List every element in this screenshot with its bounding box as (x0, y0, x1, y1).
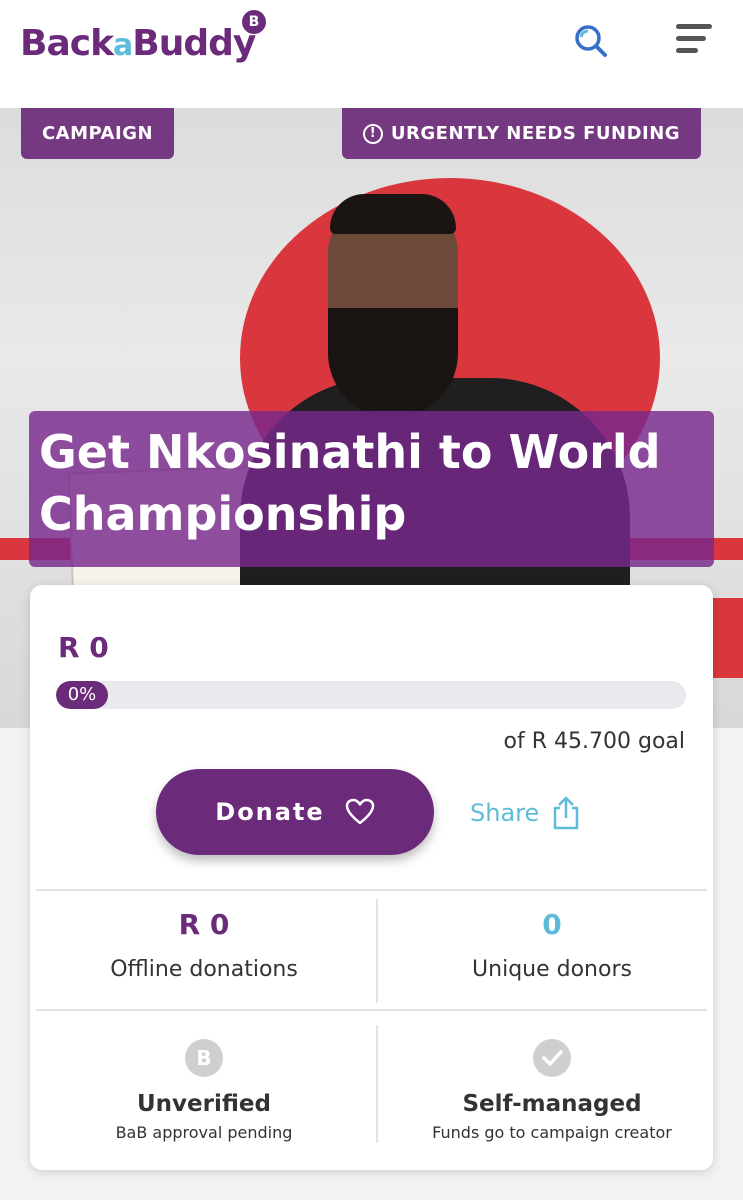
campaign-tag-label: CAMPAIGN (41, 123, 154, 144)
checkmark-icon (533, 1039, 571, 1077)
campaign-tag: CAMPAIGN (21, 108, 174, 159)
divider (36, 1009, 707, 1011)
stat-offline-donations: R 0 Offline donations (34, 907, 374, 982)
menu-icon-line-2 (676, 36, 706, 41)
unique-donors-label: Unique donors (472, 957, 632, 982)
urgent-funding-label: URGENTLY NEEDS FUNDING (390, 123, 681, 144)
funding-progress-bar: 0% (56, 681, 686, 709)
logo-buddy: Buddy (132, 23, 256, 64)
heart-icon (345, 798, 374, 825)
divider-vertical (376, 899, 378, 1003)
site-header: BackaBuddy B (0, 0, 743, 108)
donate-button[interactable]: Donate (156, 769, 434, 855)
badge-self-managed: Self-managed Funds go to campaign creato… (382, 1039, 722, 1142)
hero-person-hair (330, 194, 456, 234)
b-badge-icon: B (185, 1039, 223, 1077)
backabuddy-logo[interactable]: BackaBuddy B (20, 10, 266, 72)
divider (36, 889, 707, 891)
menu-icon (676, 24, 712, 29)
funding-goal: of R 45.700 goal (503, 729, 685, 754)
logo-badge: B (242, 10, 266, 34)
logo-a: a (113, 28, 133, 63)
share-label: Share (470, 799, 540, 827)
share-icon (554, 796, 579, 830)
unique-donors-value: 0 (542, 908, 562, 941)
unverified-subtitle: BaB approval pending (115, 1123, 293, 1142)
badge-unverified: B Unverified BaB approval pending (34, 1039, 374, 1142)
menu-button[interactable] (670, 18, 718, 60)
menu-icon-line-3 (676, 48, 698, 53)
self-managed-subtitle: Funds go to campaign creator (432, 1123, 672, 1142)
unverified-title: Unverified (137, 1091, 271, 1117)
search-icon (575, 25, 607, 57)
progress-fill: 0% (56, 681, 108, 709)
offline-donations-value: R 0 (178, 908, 230, 941)
urgent-funding-tag: ! URGENTLY NEEDS FUNDING (342, 108, 701, 159)
divider-vertical (376, 1025, 378, 1143)
offline-donations-label: Offline donations (110, 957, 298, 982)
share-button[interactable]: Share (470, 793, 581, 833)
donation-card: R 0 0% of R 45.700 goal Donate Share R 0… (30, 585, 713, 1170)
self-managed-title: Self-managed (462, 1091, 642, 1117)
donate-label: Donate (215, 798, 325, 826)
amount-raised: R 0 (58, 631, 109, 664)
campaign-title-box: Get Nkosinathi to World Championship (29, 411, 714, 567)
search-button[interactable] (570, 20, 612, 62)
logo-back: Back (20, 23, 114, 64)
stat-unique-donors: 0 Unique donors (382, 907, 722, 982)
hero-wall-letter (712, 598, 743, 678)
campaign-title: Get Nkosinathi to World Championship (39, 425, 661, 541)
exclamation-circle-icon: ! (362, 123, 383, 144)
